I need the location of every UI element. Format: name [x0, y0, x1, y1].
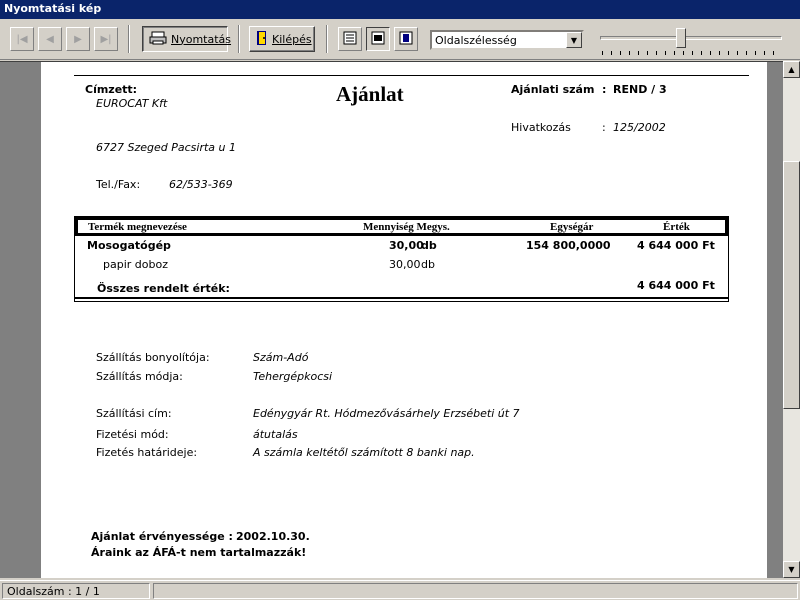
vertical-scrollbar[interactable]: ▲ ▼ [783, 61, 800, 578]
window-title: Nyomtatási kép [4, 2, 102, 15]
page-width-view-button[interactable] [366, 27, 390, 51]
header-quantity: Mennyiség Megys. [363, 221, 450, 233]
detail-label-carrier: Szállítás bonyolítója: [96, 351, 210, 364]
detail-value-address: Edénygyár Rt. Hódmezővásárhely Erzsébeti… [253, 407, 520, 420]
status-empty-panel [153, 583, 798, 599]
items-table-header: Termék megnevezése Mennyiség Megys. Egys… [75, 217, 728, 236]
header-product: Termék megnevezése [88, 221, 187, 233]
exit-button-label: Kilépés [272, 32, 312, 46]
previous-page-button[interactable]: ◀ [38, 27, 62, 51]
window-titlebar: Nyomtatási kép [0, 0, 800, 19]
whole-page-icon [399, 31, 413, 48]
detail-label-method: Szállítás módja: [96, 370, 183, 383]
chevron-down-icon[interactable]: ▼ [566, 32, 582, 48]
vat-note: Áraink az ÁFÁ-t nem tartalmazzák! [91, 546, 307, 559]
arrow-down-icon: ▼ [788, 565, 795, 574]
next-page-button[interactable]: ▶ [66, 27, 90, 51]
row-2-quantity: 30,00 [389, 258, 421, 271]
detail-value-deadline: A számla keltétől számított 8 banki nap. [253, 446, 475, 459]
next-page-icon: ▶ [74, 33, 82, 45]
detail-label-payment: Fizetési mód: [96, 428, 169, 441]
toolbar-separator [128, 25, 130, 53]
first-page-button[interactable]: |◀ [10, 27, 34, 51]
row-2-unit: db [421, 258, 435, 271]
row-1-quantity: 30,00 [389, 239, 424, 252]
row-1-value: 4 644 000 Ft [637, 239, 715, 252]
reference-label: Hivatkozás [511, 121, 571, 134]
document-title: Ajánlat [336, 82, 404, 106]
arrow-up-icon: ▲ [788, 65, 795, 74]
row-1-product: Mosogatógép [87, 239, 171, 252]
report-page: Címzett: EUROCAT Kft 6727 Szeged Pacsirt… [41, 62, 767, 578]
scroll-thumb[interactable] [783, 161, 800, 409]
total-rule [75, 297, 728, 299]
telfax-label: Tel./Fax: [96, 178, 141, 191]
exit-button[interactable]: Kilépés [249, 26, 315, 52]
zoom-slider-track [600, 36, 782, 40]
items-table: Termék megnevezése Mennyiség Megys. Egys… [74, 216, 729, 302]
zoom-select-value: Oldalszélesség [435, 34, 517, 47]
reference-value: 125/2002 [613, 121, 666, 134]
page-width-icon [371, 31, 385, 48]
detail-value-payment: átutalás [253, 428, 298, 441]
zoom-select[interactable]: Oldalszélesség ▼ [430, 30, 584, 50]
total-value: 4 644 000 Ft [637, 279, 715, 292]
offer-number-value: REND / 3 [613, 83, 667, 96]
reference-separator: : [602, 121, 606, 134]
toolbar-separator [326, 25, 328, 53]
zoom-slider-ticks [602, 51, 782, 55]
toolbar-separator [238, 25, 240, 53]
zoom-slider[interactable] [598, 27, 784, 57]
printer-icon [149, 31, 167, 48]
page-number-status: Oldalszám : 1 / 1 [2, 583, 150, 599]
validity-label: Ajánlat érvényessége : [91, 530, 233, 543]
last-page-icon: ▶| [100, 33, 112, 45]
header-value: Érték [663, 221, 690, 233]
recipient-address: 6727 Szeged Pacsirta u 1 [96, 141, 236, 154]
header-rule [74, 75, 749, 76]
validity-value: 2002.10.30. [236, 530, 310, 543]
toolbar: |◀ ◀ ▶ ▶| Nyomtatás Kilépés Oldalszéless… [0, 19, 800, 60]
header-unit-price: Egységár [550, 221, 594, 233]
recipient-name: EUROCAT Kft [96, 97, 168, 110]
offer-number-label: Ajánlati szám [511, 83, 595, 96]
one-page-view-button[interactable] [338, 27, 362, 51]
row-2-product: papir doboz [103, 258, 168, 271]
page-view-icon [343, 31, 357, 48]
print-button[interactable]: Nyomtatás [142, 26, 232, 52]
whole-page-view-button[interactable] [394, 27, 418, 51]
exit-door-icon [256, 30, 268, 49]
row-1-unit-price: 154 800,0000 [526, 239, 611, 252]
preview-viewport: Címzett: EUROCAT Kft 6727 Szeged Pacsirt… [0, 61, 783, 578]
last-page-button[interactable]: ▶| [94, 27, 118, 51]
detail-label-deadline: Fizetés határideje: [96, 446, 198, 459]
previous-page-icon: ◀ [46, 33, 54, 45]
telfax-value: 62/533-369 [169, 178, 233, 191]
status-bar: Oldalszám : 1 / 1 [0, 580, 800, 600]
first-page-icon: |◀ [16, 33, 28, 45]
total-label: Összes rendelt érték: [97, 282, 230, 295]
detail-label-address: Szállítási cím: [96, 407, 172, 420]
recipient-label: Címzett: [85, 83, 138, 96]
scroll-down-button[interactable]: ▼ [783, 561, 800, 578]
zoom-slider-thumb[interactable] [676, 28, 686, 48]
detail-value-carrier: Szám-Adó [253, 351, 309, 364]
row-1-unit: db [421, 239, 437, 252]
print-button-label: Nyomtatás [171, 32, 232, 46]
offer-number-separator: : [602, 83, 607, 96]
detail-value-method: Tehergépkocsi [253, 370, 333, 383]
scroll-up-button[interactable]: ▲ [783, 61, 800, 78]
